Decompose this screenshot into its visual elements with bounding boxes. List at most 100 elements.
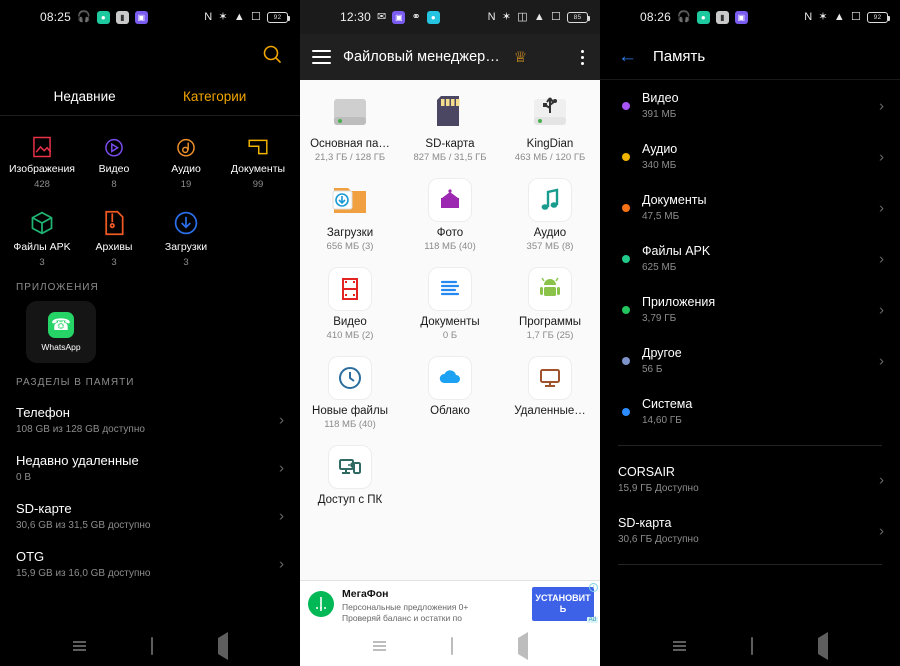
file-manager-body: Основная па… 21,3 ГБ / 128 ГБ SD-карта 8…: [300, 80, 600, 604]
memory-name: Аудио: [642, 142, 678, 156]
status-bar: 08:26 🎧 ● ▮ ▣ N ✶ ▲ ☐ 92: [600, 0, 900, 34]
drive-label: SD-карта: [425, 138, 475, 150]
legend-dot: [622, 356, 630, 365]
file-item-documents[interactable]: Документы 0 Б: [400, 258, 500, 347]
downloads-folder-icon: [302, 177, 398, 223]
ad-info-icon[interactable]: i: [589, 583, 598, 592]
memory-row-video[interactable]: Видео 391 МБ ›: [600, 80, 900, 131]
drive-internal[interactable]: Основная па… 21,3 ГБ / 128 ГБ: [300, 80, 400, 169]
wifi-icon: ▲: [233, 10, 245, 23]
memory-row-system[interactable]: Система 14,60 ГБ: [600, 386, 900, 437]
memory-row-documents[interactable]: Документы 47,5 МБ ›: [600, 182, 900, 233]
memory-name: Видео: [642, 91, 679, 105]
chevron-right-icon: ›: [279, 411, 284, 429]
memory-name: Другое: [642, 346, 682, 360]
memory-size: 56 Б: [642, 364, 663, 375]
memory-row-other[interactable]: Другое 56 Б ›: [600, 335, 900, 386]
file-item-label: Загрузки: [326, 227, 374, 239]
category-apk[interactable]: Файлы APK 3: [6, 194, 78, 268]
recents-icon[interactable]: [372, 641, 386, 651]
tab-categories[interactable]: Категории: [183, 89, 246, 104]
volume-row-sdcard[interactable]: SD-карта 30,6 ГБ Доступно ›: [600, 505, 900, 556]
file-item-photos[interactable]: Фото 118 МБ (40): [400, 169, 500, 258]
category-count: 3: [183, 257, 189, 268]
home-icon[interactable]: [450, 637, 453, 655]
file-item-apps[interactable]: Программы 1,7 ГБ (25): [500, 258, 600, 347]
recents-icon[interactable]: [672, 641, 686, 651]
status-left-group: 08:26 🎧 ● ▮ ▣: [640, 10, 748, 24]
app-chip-icon: ▣: [134, 10, 148, 24]
screenshot-collage: 08:25 🎧 ● ▮ ▣ N ✶ ▲ ☐ 92 Недавние Катего…: [0, 0, 900, 666]
category-documents[interactable]: Документы 99: [222, 116, 294, 190]
file-item-label: Аудио: [533, 227, 567, 239]
back-icon[interactable]: [517, 632, 528, 660]
app-chip-icon: ▣: [392, 10, 406, 24]
category-downloads[interactable]: Загрузки 3: [150, 194, 222, 268]
megafon-logo-icon: [308, 590, 334, 617]
back-icon[interactable]: [217, 632, 228, 660]
ad-install-button[interactable]: УСТАНОВИТЬ: [532, 586, 594, 621]
spotify-chip-icon: ●: [696, 10, 710, 24]
category-label: Загрузки: [164, 241, 208, 253]
ad-banner[interactable]: МегаФон Персональные предложения 0+ Пров…: [300, 580, 600, 626]
menu-icon[interactable]: [312, 50, 331, 64]
tab-recent[interactable]: Недавние: [54, 89, 116, 104]
file-item-new-files[interactable]: Новые файлы 118 МБ (40): [300, 347, 400, 436]
drive-label: KingDian: [526, 138, 574, 150]
memory-row-apk[interactable]: Файлы APK 625 МБ ›: [600, 233, 900, 284]
file-item-downloads[interactable]: Загрузки 656 МБ (3): [300, 169, 400, 258]
crown-icon[interactable]: ♕: [514, 48, 527, 66]
mail-chip-icon: ▮: [715, 10, 729, 24]
legend-dot: [622, 152, 630, 161]
category-count: 428: [34, 179, 50, 190]
category-audio[interactable]: Аудио 19: [150, 116, 222, 190]
drive-sdcard[interactable]: SD-карта 827 МБ / 31,5 ГБ: [400, 80, 500, 169]
storage-row-otg[interactable]: OTG 15,9 GB из 16,0 GB доступно ›: [0, 540, 300, 588]
category-label: Видео: [98, 163, 130, 175]
file-item-cloud[interactable]: Облако: [400, 347, 500, 436]
list-divider-bottom: [618, 564, 882, 565]
screenshot-icon: ☐: [850, 10, 861, 23]
status-right-group: N ✶ ▲ ☐ 92: [804, 10, 890, 23]
more-icon[interactable]: [577, 46, 588, 69]
status-bar: 12:30 ✉ ▣ ⚭ ● N ✶ ◫ ▲ ☐ 85: [300, 0, 600, 34]
storage-title: OTG: [16, 549, 45, 564]
status-right-group: N ✶ ◫ ▲ ☐ 85: [488, 10, 590, 23]
back-arrow-icon[interactable]: ←: [618, 47, 637, 66]
file-item-label: Облако: [430, 405, 470, 417]
nfc-icon: N: [204, 10, 213, 23]
volume-row-corsair[interactable]: CORSAIR 15,9 ГБ Доступно ›: [600, 454, 900, 505]
drive-sub: 463 МБ / 120 ГБ: [514, 152, 586, 163]
bluetooth-icon: ✶: [218, 10, 228, 23]
file-item-audio[interactable]: Аудио 357 МБ (8): [500, 169, 600, 258]
storage-row-recently-deleted[interactable]: Недавно удаленные 0 B ›: [0, 444, 300, 492]
file-item-pc-access[interactable]: Доступ с ПК: [300, 436, 400, 514]
category-count: 3: [39, 257, 45, 268]
memory-name: Файлы APK: [642, 244, 711, 258]
legend-dot: [622, 407, 630, 416]
back-icon[interactable]: [817, 632, 828, 660]
file-item-remote[interactable]: Удаленные…: [500, 347, 600, 436]
category-images[interactable]: Изображения 428: [6, 116, 78, 190]
memory-row-apps[interactable]: Приложения 3,79 ГБ ›: [600, 284, 900, 335]
screenshot-icon: ☐: [550, 10, 561, 23]
home-icon[interactable]: [150, 637, 153, 655]
clock-icon: [329, 357, 371, 399]
category-video[interactable]: Видео 8: [78, 116, 150, 190]
panel1-top-bar: [0, 34, 300, 78]
search-icon[interactable]: [260, 42, 286, 68]
file-item-sub: 118 МБ (40): [324, 419, 376, 430]
storage-row-sdcard[interactable]: SD-карте 30,6 GB из 31,5 GB доступно ›: [0, 492, 300, 540]
home-icon[interactable]: [750, 637, 753, 655]
recents-icon[interactable]: [72, 641, 86, 651]
memory-row-audio[interactable]: Аудио 340 МБ ›: [600, 131, 900, 182]
drive-usb[interactable]: KingDian 463 МБ / 120 ГБ: [500, 80, 600, 169]
app-tile-whatsapp[interactable]: ☎ WhatsApp: [26, 301, 96, 363]
file-item-video[interactable]: Видео 410 МБ (2): [300, 258, 400, 347]
chevron-right-icon: ›: [279, 507, 284, 525]
app-label: WhatsApp: [41, 342, 81, 352]
storage-row-phone[interactable]: Телефон 108 GB из 128 GB доступно ›: [0, 396, 300, 444]
file-item-sub: 357 МБ (8): [526, 241, 574, 252]
category-archives[interactable]: Архивы 3: [78, 194, 150, 268]
battery-icon: 92: [267, 11, 290, 23]
